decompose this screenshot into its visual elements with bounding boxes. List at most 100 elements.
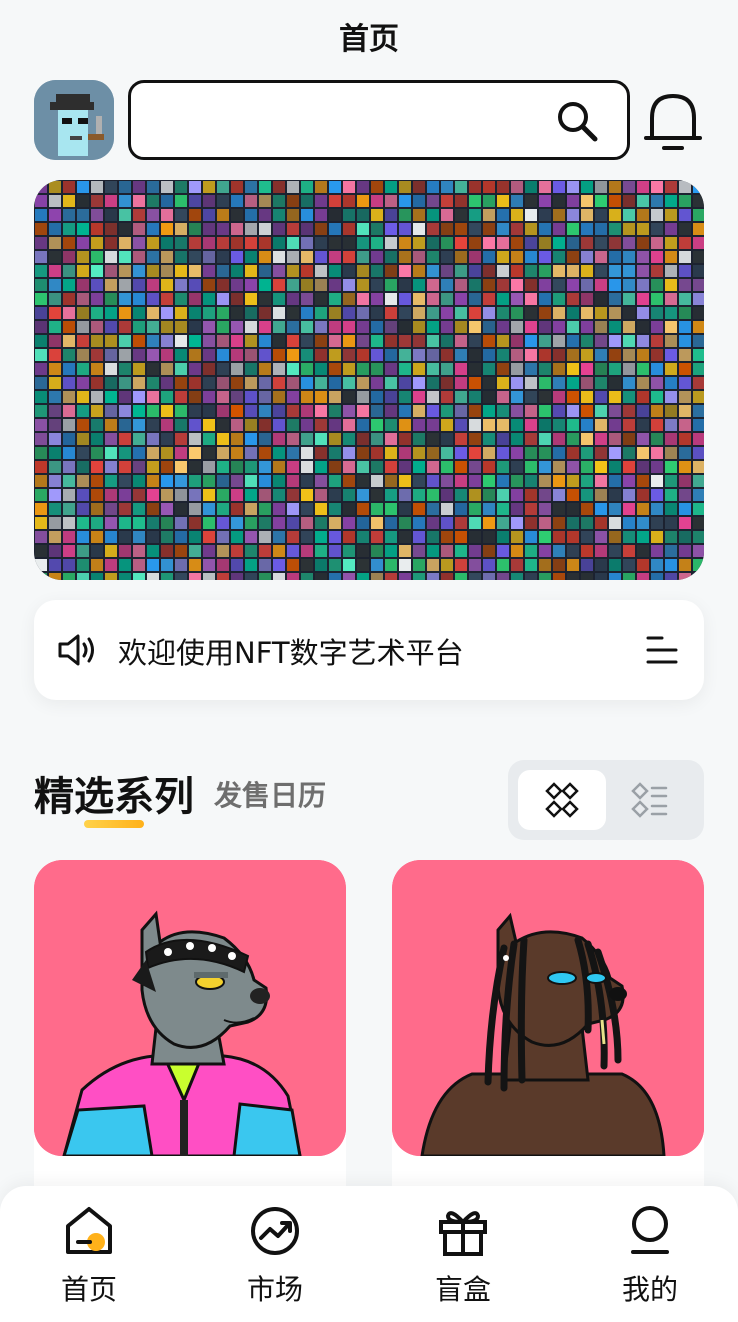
- mosaic-tile: [105, 559, 117, 571]
- bell-icon[interactable]: [642, 88, 704, 154]
- mosaic-tile: [567, 293, 579, 305]
- mosaic-tile: [203, 349, 215, 361]
- tab-featured-series[interactable]: 精选系列: [34, 764, 194, 822]
- mosaic-tile: [567, 237, 579, 249]
- mosaic-tile: [315, 349, 327, 361]
- avatar[interactable]: [34, 80, 114, 160]
- mosaic-tile: [105, 517, 117, 529]
- mosaic-tile: [385, 531, 397, 543]
- mosaic-tile: [133, 265, 145, 277]
- mosaic-tile: [315, 251, 327, 263]
- grid-view-button[interactable]: [518, 770, 606, 830]
- mosaic-tile: [203, 573, 215, 580]
- mosaic-tile: [623, 349, 635, 361]
- nav-item-profile[interactable]: 我的: [595, 1204, 705, 1314]
- mosaic-tile: [525, 363, 537, 375]
- mosaic-tile: [637, 293, 649, 305]
- mosaic-tile: [273, 377, 285, 389]
- nav-item-blind-box[interactable]: 盲盒: [408, 1204, 518, 1314]
- mosaic-tile: [259, 503, 271, 515]
- mosaic-tile: [483, 573, 495, 580]
- mosaic-tile: [413, 251, 425, 263]
- banner-carousel[interactable]: [34, 180, 704, 580]
- mosaic-tile: [595, 531, 607, 543]
- mosaic-tile: [609, 573, 621, 580]
- mosaic-tile: [525, 237, 537, 249]
- mosaic-tile: [63, 461, 75, 473]
- mosaic-tile: [455, 545, 467, 557]
- mosaic-tile: [259, 237, 271, 249]
- mosaic-tile: [245, 335, 257, 347]
- mosaic-tile: [469, 391, 481, 403]
- announcement-bar[interactable]: 欢迎使用NFT数字艺术平台: [34, 600, 704, 700]
- mosaic-tile: [595, 433, 607, 445]
- mosaic-tile: [651, 209, 663, 221]
- mosaic-tile: [553, 405, 565, 417]
- mosaic-tile: [35, 447, 47, 459]
- mosaic-tile: [371, 489, 383, 501]
- mosaic-tile: [595, 503, 607, 515]
- mosaic-tile: [301, 181, 313, 193]
- mosaic-tile: [287, 293, 299, 305]
- mosaic-tile: [413, 209, 425, 221]
- mosaic-tile: [651, 489, 663, 501]
- mosaic-tile: [105, 475, 117, 487]
- mosaic-tile: [91, 223, 103, 235]
- mosaic-tile: [553, 363, 565, 375]
- mosaic-tile: [119, 349, 131, 361]
- mosaic-tile: [665, 391, 677, 403]
- mosaic-tile: [511, 489, 523, 501]
- mosaic-tile: [245, 223, 257, 235]
- search-icon[interactable]: [555, 99, 599, 143]
- nav-item-market[interactable]: 市场: [220, 1204, 330, 1314]
- mosaic-tile: [329, 265, 341, 277]
- mosaic-tile: [455, 475, 467, 487]
- mosaic-tile: [483, 265, 495, 277]
- mosaic-tile: [679, 335, 691, 347]
- mosaic-tile: [665, 405, 677, 417]
- mosaic-tile: [259, 573, 271, 580]
- mosaic-tile: [329, 447, 341, 459]
- mosaic-tile: [483, 447, 495, 459]
- mosaic-tile: [343, 559, 355, 571]
- mosaic-tile: [91, 321, 103, 333]
- search-input[interactable]: [128, 80, 630, 160]
- mosaic-tile: [497, 181, 509, 193]
- mosaic-tile: [315, 475, 327, 487]
- mosaic-tile: [329, 293, 341, 305]
- mosaic-tile: [427, 265, 439, 277]
- mosaic-tile: [497, 363, 509, 375]
- mosaic-tile: [301, 517, 313, 529]
- mosaic-tile: [287, 405, 299, 417]
- mosaic-tile: [693, 559, 704, 571]
- mosaic-tile: [371, 377, 383, 389]
- mosaic-tile: [581, 293, 593, 305]
- mosaic-tile: [595, 545, 607, 557]
- mosaic-tile: [105, 293, 117, 305]
- mosaic-tile: [77, 209, 89, 221]
- menu-icon[interactable]: [644, 632, 680, 668]
- mosaic-tile: [105, 349, 117, 361]
- tab-release-calendar[interactable]: 发售日历: [214, 774, 326, 814]
- mosaic-tile: [385, 349, 397, 361]
- mosaic-tile: [623, 447, 635, 459]
- mosaic-tile: [497, 279, 509, 291]
- mosaic-tile: [315, 307, 327, 319]
- collection-card-image: [392, 860, 704, 1156]
- mosaic-tile: [231, 391, 243, 403]
- nav-item-label: 我的: [621, 1273, 678, 1306]
- nav-item-label: 盲盒: [434, 1273, 491, 1306]
- mosaic-tile: [77, 237, 89, 249]
- nav-item-home[interactable]: 首页: [34, 1204, 144, 1314]
- mosaic-tile: [553, 433, 565, 445]
- mosaic-tile: [105, 251, 117, 263]
- mosaic-tile: [161, 461, 173, 473]
- mosaic-tile: [371, 251, 383, 263]
- list-view-button[interactable]: [606, 770, 694, 830]
- mosaic-tile: [413, 279, 425, 291]
- mosaic-tile: [525, 433, 537, 445]
- mosaic-tile: [553, 181, 565, 193]
- mosaic-tile: [189, 307, 201, 319]
- mosaic-tile: [679, 349, 691, 361]
- nav-item-label: 首页: [60, 1273, 117, 1306]
